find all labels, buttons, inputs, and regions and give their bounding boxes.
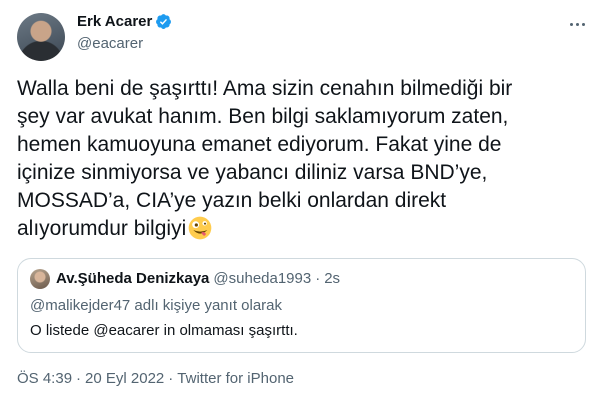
tweet-body: Walla beni de şaşırttı! Ama sizin cenahı… — [17, 77, 513, 240]
tweet-time[interactable]: ÖS 4:39 — [17, 370, 72, 387]
meta-separator: · — [76, 370, 82, 387]
quote-author-name: Av.Şüheda Denizkaya — [56, 270, 210, 287]
meta-separator: · — [168, 370, 174, 387]
author-avatar[interactable] — [17, 13, 65, 61]
more-options-icon[interactable] — [565, 14, 589, 34]
tweet-date[interactable]: 20 Eyl 2022 — [85, 370, 164, 387]
author-name[interactable]: Erk Acarer — [77, 13, 152, 30]
quote-separator: · — [315, 270, 321, 287]
zany-face-emoji-icon — [188, 216, 212, 240]
quoted-tweet[interactable]: Av.Şüheda Denizkaya @suheda1993 · 2s @ma… — [17, 258, 586, 353]
quote-text: O listede @eacarer in olmaması şaşırttı. — [30, 322, 298, 339]
verified-badge-icon — [156, 14, 172, 29]
quote-header: Av.Şüheda Denizkaya @suheda1993 · 2s — [56, 270, 340, 287]
author-name-row[interactable]: Erk Acarer — [77, 13, 172, 30]
quote-reply-context: @malikejder47 adlı kişiye yanıt olarak — [30, 297, 283, 314]
quote-author-handle: @suheda1993 — [213, 270, 312, 287]
quote-time: 2s — [324, 270, 341, 287]
quote-author-avatar — [30, 269, 50, 289]
tweet-meta: ÖS 4:39 · 20 Eyl 2022 · Twitter for iPho… — [17, 370, 294, 387]
tweet-text: Walla beni de şaşırttı! Ama sizin cenahı… — [17, 75, 587, 243]
author-handle[interactable]: @eacarer — [77, 35, 143, 52]
tweet-source[interactable]: Twitter for iPhone — [177, 370, 294, 387]
